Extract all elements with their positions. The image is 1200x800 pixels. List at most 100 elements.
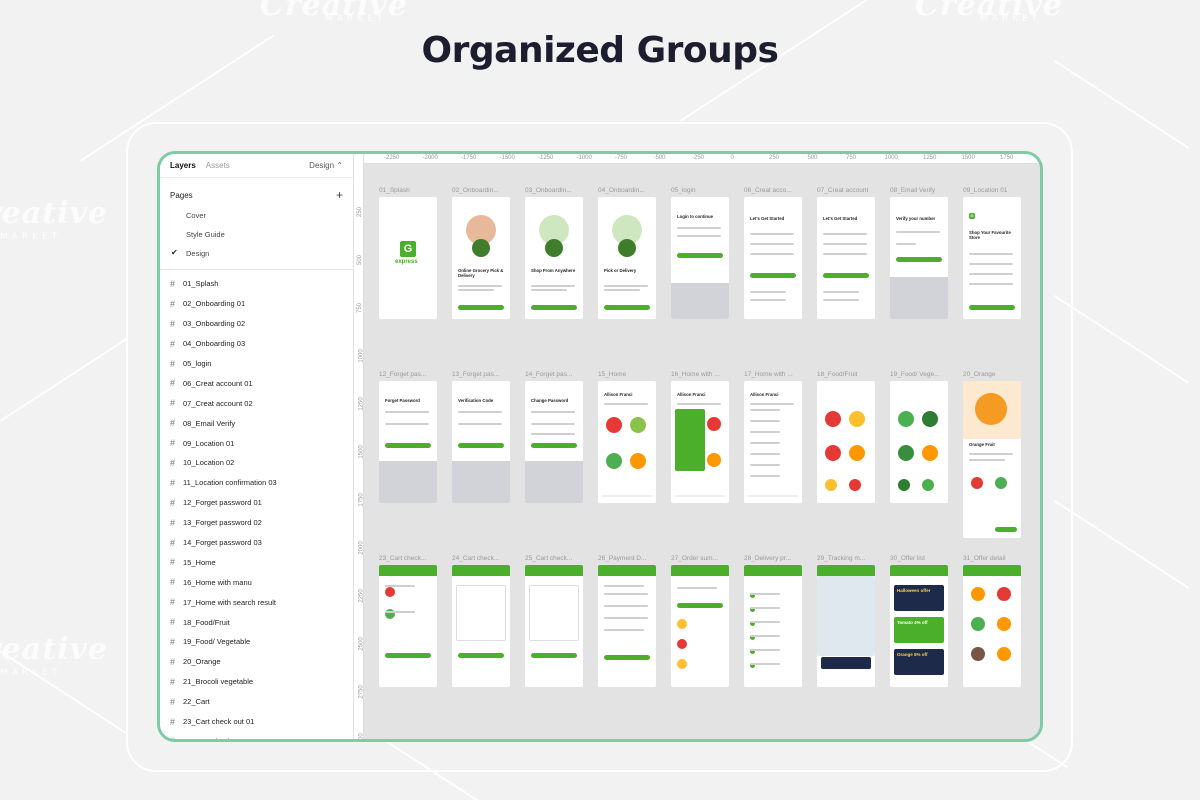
design-canvas[interactable]: -2250 -2000 -1750 -1500 -1250 -1000 -750 -500 -2… (354, 154, 1040, 739)
layer-item[interactable]: #13_Forget password 02 (160, 513, 353, 533)
frame-icon: # (170, 497, 176, 508)
page-item-design[interactable]: ✔ Design (160, 244, 353, 263)
screen-line (969, 459, 1005, 461)
layer-item[interactable]: #10_Location 02 (160, 453, 353, 473)
frame-screen[interactable]: G Shop Your Favourite Store (963, 197, 1021, 319)
frame-screen[interactable]: Login to continue (671, 197, 729, 319)
layer-item[interactable]: #09_Location 01 (160, 433, 353, 453)
layer-label: 11_Location confirmation 03 (183, 478, 277, 488)
product-image (849, 445, 865, 461)
screen-button (458, 653, 504, 658)
keyboard (379, 461, 437, 503)
layer-item[interactable]: #19_Food/ Vegetable (160, 632, 353, 652)
ruler-tick: -500 (653, 155, 666, 161)
screen-line (750, 649, 780, 651)
frame-icon: # (170, 736, 176, 742)
layer-item[interactable]: #11_Location confirmation 03 (160, 473, 353, 493)
ruler-tick: -250 (692, 155, 705, 161)
layer-item[interactable]: #02_Onboarding 01 (160, 294, 353, 314)
frame-screen[interactable] (598, 565, 656, 687)
frame-screen[interactable]: Change Password (525, 381, 583, 503)
screen-button (677, 603, 723, 608)
frame-screen[interactable] (963, 565, 1021, 687)
page-item-style-guide[interactable]: Style Guide (160, 225, 353, 244)
product-image (922, 411, 938, 427)
layer-item[interactable]: #04_Onboarding 03 (160, 334, 353, 354)
page-item-cover[interactable]: Cover (160, 206, 353, 225)
screen-line (750, 299, 786, 301)
page-title: Organized Groups (421, 30, 779, 71)
frame-screen[interactable]: Allison Franci (671, 381, 729, 503)
layer-item[interactable]: #12_Forget password 01 (160, 493, 353, 513)
layer-label: 18_Food/Fruit (183, 617, 230, 627)
tab-design[interactable]: Design ⌃ (309, 161, 343, 170)
screen-button (823, 273, 869, 278)
frame-screen[interactable] (817, 565, 875, 687)
product-image (849, 479, 861, 491)
frame-screen[interactable] (379, 565, 437, 687)
frame-screen[interactable] (817, 381, 875, 503)
frame-screen[interactable] (744, 565, 802, 687)
frame-screen[interactable]: Let's Get Started (744, 197, 802, 319)
screen-title: Change Password (531, 398, 569, 403)
layer-item[interactable]: #06_Creat account 01 (160, 373, 353, 393)
frame-screen[interactable]: Shop From Anywhere (525, 197, 583, 319)
frame-screen[interactable]: Allison Franci (744, 381, 802, 503)
frame-screen[interactable]: Forget Password (379, 381, 437, 503)
screen-line (969, 273, 1013, 275)
frame-screen[interactable]: Gexpress (379, 197, 437, 319)
screen-title: Verification Code (458, 398, 494, 403)
screen-line (969, 263, 1013, 265)
layer-item[interactable]: #23_Cart check out 01 (160, 712, 353, 732)
frame-screen[interactable]: Online Grocery Pick & Delivery (452, 197, 510, 319)
frame-screen[interactable]: Verification Code (452, 381, 510, 503)
frame-screen[interactable] (890, 381, 948, 503)
tab-layers[interactable]: Layers (170, 161, 196, 170)
frame-label: 18_Food/Fruit (817, 371, 858, 378)
layer-item[interactable]: #16_Home with manu (160, 572, 353, 592)
header-bar (379, 565, 437, 576)
product-image (898, 445, 914, 461)
offer-tomato: Tomato 4% off (894, 617, 944, 643)
layer-item[interactable]: #01_Splash (160, 274, 353, 294)
ruler-tick: 750 (846, 155, 857, 161)
frame-screen[interactable]: Pick or Delivery (598, 197, 656, 319)
layer-item[interactable]: #14_Forget password 03 (160, 533, 353, 553)
ruler-tick: 1250 (358, 397, 365, 411)
user-name: Allison Franci (750, 392, 779, 397)
layer-item[interactable]: #24_Cart check out 02 (160, 731, 353, 742)
layer-item[interactable]: #05_login (160, 354, 353, 374)
product-image (472, 239, 490, 257)
frame-screen[interactable]: Allison Franci (598, 381, 656, 503)
screen-line (458, 423, 502, 425)
layer-item[interactable]: #20_Orange (160, 652, 353, 672)
screen-title: Pick or Delivery (604, 268, 637, 273)
layer-item[interactable]: #21_Brocoli vegetable (160, 672, 353, 692)
layer-item[interactable]: #15_Home (160, 552, 353, 572)
product-image (922, 479, 934, 491)
frame-screen[interactable] (525, 565, 583, 687)
layer-label: 12_Forget password 01 (183, 498, 262, 508)
frame-icon: # (170, 716, 176, 727)
tab-assets[interactable]: Assets (206, 161, 230, 170)
frame-screen[interactable]: Halloween offer Tomato 4% off Orange 5% of… (890, 565, 948, 687)
screen-button (969, 305, 1015, 310)
frame-screen[interactable]: Let's Get Started (817, 197, 875, 319)
frame-screen[interactable]: Orange Fruit (963, 381, 1021, 538)
layer-item[interactable]: #07_Creat account 02 (160, 393, 353, 413)
offer-orange: Orange 5% off (894, 649, 944, 675)
product-image (618, 239, 636, 257)
layer-label: 07_Creat account 02 (183, 398, 253, 408)
frame-screen[interactable]: Verify your number (890, 197, 948, 319)
layer-item[interactable]: #03_Onboarding 02 (160, 314, 353, 334)
screen-line (750, 233, 794, 235)
tab-bar (675, 495, 725, 497)
frame-screen[interactable] (452, 565, 510, 687)
layer-item[interactable]: #08_Email Verify (160, 413, 353, 433)
frame-screen[interactable] (671, 565, 729, 687)
layer-item[interactable]: #17_Home with search result (160, 592, 353, 612)
add-page-icon[interactable]: + (336, 188, 343, 202)
frame-label: 17_Home with ... (744, 371, 793, 378)
layer-item[interactable]: #22_Cart (160, 692, 353, 712)
layer-item[interactable]: #18_Food/Fruit (160, 612, 353, 632)
